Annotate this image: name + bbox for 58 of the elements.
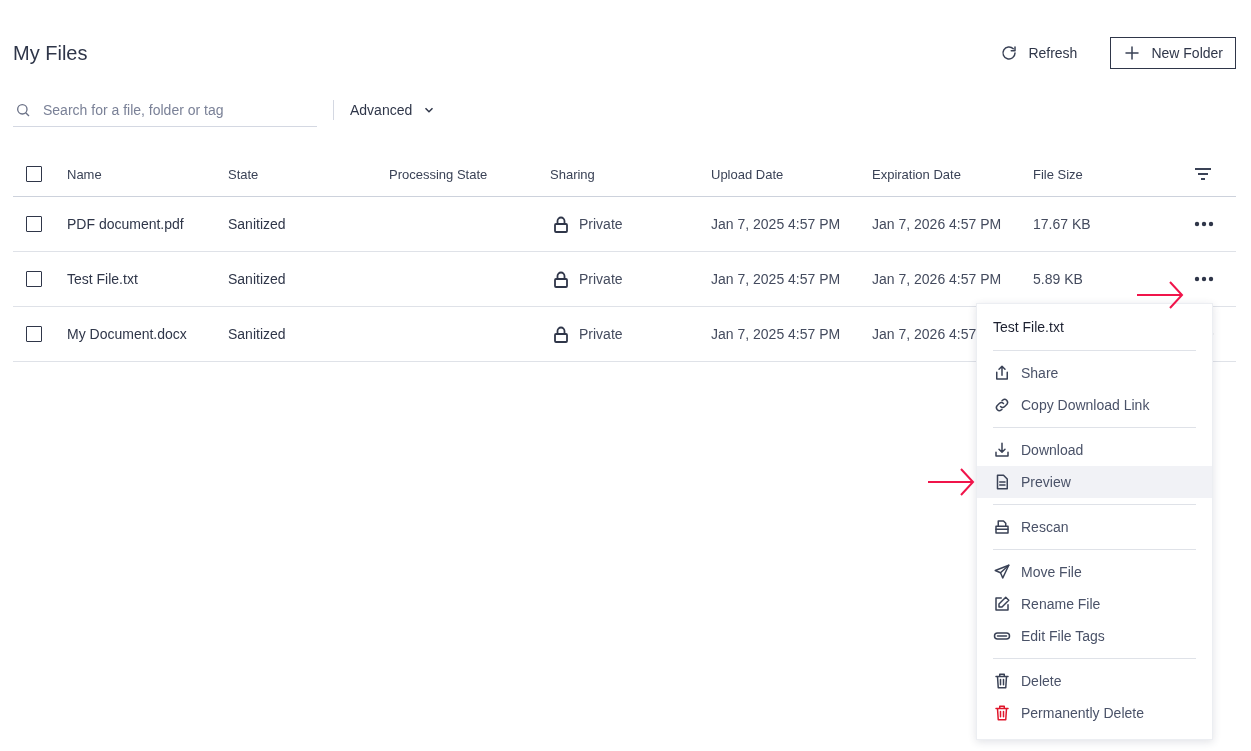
file-name[interactable]: My Document.docx [67, 326, 187, 342]
menu-item[interactable]: Delete [977, 665, 1212, 697]
trash-icon [993, 672, 1011, 690]
menu-title: Test File.txt [992, 318, 1065, 337]
column-header[interactable]: Sharing [550, 166, 711, 182]
plus-icon [1123, 44, 1142, 62]
expiration-date-cell: Jan 7, 2026 4:57 [872, 326, 977, 342]
file-size-cell: 5.89 KB [1033, 271, 1083, 287]
row-checkbox[interactable] [26, 216, 42, 232]
more-options-button[interactable] [1194, 276, 1214, 282]
lock-icon [553, 325, 569, 343]
link-icon [993, 396, 1011, 414]
file-name[interactable]: PDF document.pdf [67, 216, 184, 232]
new-folder-button[interactable]: New Folder [1110, 37, 1236, 69]
search-icon [15, 101, 31, 118]
lock-icon [553, 215, 569, 233]
refresh-icon [1000, 44, 1019, 62]
upload-date-cell: Jan 7, 2025 4:57 PM [711, 271, 841, 287]
filter-icon[interactable] [1194, 167, 1212, 181]
menu-item[interactable]: Edit File Tags [977, 620, 1212, 652]
column-header[interactable]: Name [67, 166, 228, 182]
page-title: My Files [13, 41, 88, 65]
menu-item[interactable]: Permanently Delete [977, 697, 1212, 729]
select-all-checkbox[interactable] [26, 166, 42, 182]
upload-date-cell: Jan 7, 2025 4:57 PM [711, 216, 841, 232]
download-icon [993, 441, 1011, 459]
sharing-cell: Private [579, 326, 623, 342]
state-cell: Sanitized [228, 216, 286, 232]
state-cell: Sanitized [228, 326, 286, 342]
more-options-button[interactable] [1194, 221, 1214, 227]
row-checkbox[interactable] [26, 271, 42, 287]
menu-item[interactable]: Move File [977, 556, 1212, 588]
file-name[interactable]: Test File.txt [67, 271, 138, 287]
advanced-dropdown[interactable]: Advanced [350, 102, 437, 118]
row-checkbox[interactable] [26, 326, 42, 342]
menu-item[interactable]: Download [977, 434, 1212, 466]
lock-icon [553, 270, 569, 288]
sharing-cell: Private [579, 216, 623, 232]
paper-plane-icon [993, 563, 1011, 581]
menu-item[interactable]: Rescan [977, 511, 1212, 543]
menu-item[interactable]: Rename File [977, 588, 1212, 620]
menu-item[interactable]: Share [977, 357, 1212, 389]
scanner-icon [993, 518, 1011, 536]
upload-date-cell: Jan 7, 2025 4:57 PM [711, 326, 841, 342]
column-header[interactable]: State [228, 166, 389, 182]
state-cell: Sanitized [228, 271, 286, 287]
trash-icon [993, 704, 1011, 722]
column-header[interactable]: Expiration Date [872, 166, 1033, 182]
share-icon [993, 364, 1011, 382]
column-header[interactable]: Processing State [389, 166, 550, 182]
file-size-cell: 17.67 KB [1033, 216, 1091, 232]
edit-icon [993, 595, 1011, 613]
menu-item[interactable]: Copy Download Link [977, 389, 1212, 421]
sharing-cell: Private [579, 271, 623, 287]
expiration-date-cell: Jan 7, 2026 4:57 PM [872, 271, 1002, 287]
column-header[interactable]: Upload Date [711, 166, 872, 182]
expiration-date-cell: Jan 7, 2026 4:57 PM [872, 216, 1002, 232]
column-header[interactable]: File Size [1033, 166, 1194, 182]
